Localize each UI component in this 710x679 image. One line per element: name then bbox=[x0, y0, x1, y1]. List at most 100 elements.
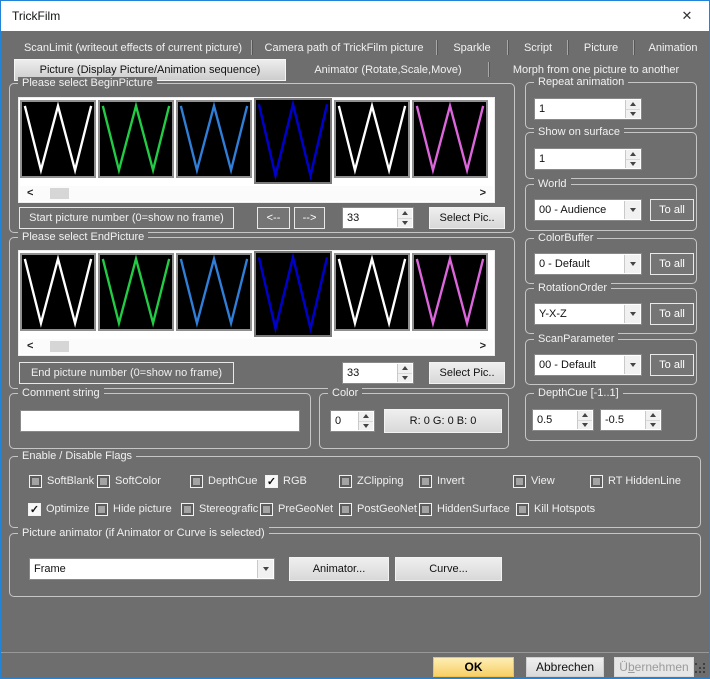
thumbnail-2[interactable] bbox=[98, 100, 174, 178]
thumbnail-2[interactable] bbox=[98, 253, 174, 331]
checkbox-icon[interactable] bbox=[190, 474, 203, 488]
rotationorder-to-all-button[interactable]: To all bbox=[650, 303, 694, 325]
spinner-down-icon[interactable] bbox=[626, 109, 640, 118]
tab-sparkle[interactable]: Sparkle bbox=[443, 39, 501, 57]
ok-button[interactable]: OK bbox=[433, 657, 514, 677]
checkbox-icon[interactable] bbox=[419, 502, 432, 516]
tab-script[interactable]: Script bbox=[513, 39, 563, 57]
tab-animator[interactable]: Animator (Rotate,Scale,Move) bbox=[294, 61, 482, 79]
thumbnail-6[interactable] bbox=[412, 253, 488, 331]
spinner-up-icon[interactable] bbox=[578, 411, 592, 421]
start-picture-number-input[interactable]: 33 bbox=[342, 207, 414, 229]
title-bar[interactable]: TrickFilm ✕ bbox=[1, 1, 709, 31]
scroll-right-icon[interactable]: > bbox=[480, 339, 486, 354]
color-number-input[interactable]: 0 bbox=[330, 410, 375, 432]
world-select[interactable]: 00 - Audience bbox=[534, 199, 642, 221]
dropdown-arrow-icon[interactable] bbox=[624, 255, 640, 273]
checkbox-optimize[interactable]: Optimize bbox=[28, 502, 89, 516]
thumbnail-3[interactable] bbox=[176, 100, 252, 178]
colorbuffer-to-all-button[interactable]: To all bbox=[650, 253, 694, 275]
checkbox-invert[interactable]: Invert bbox=[419, 474, 465, 488]
thumbnail-4[interactable] bbox=[254, 98, 332, 184]
show-on-surface-input[interactable]: 1 bbox=[534, 148, 642, 170]
checkbox-postgeonet[interactable]: PostGeoNet bbox=[339, 502, 417, 516]
prev-picture-button[interactable]: <-- bbox=[257, 207, 290, 229]
close-icon[interactable]: ✕ bbox=[665, 1, 709, 31]
thumbnail-5[interactable] bbox=[334, 253, 410, 331]
checkbox-icon[interactable] bbox=[419, 474, 432, 488]
checkbox-icon[interactable] bbox=[97, 474, 110, 488]
begin-strip-scrollbar[interactable]: < > bbox=[20, 186, 493, 201]
checkbox-hiddensurface[interactable]: HiddenSurface bbox=[419, 502, 510, 516]
select-begin-picture-button[interactable]: Select Pic.. bbox=[429, 207, 505, 229]
checkbox-zclipping[interactable]: ZClipping bbox=[339, 474, 403, 488]
spinner-up-icon[interactable] bbox=[626, 100, 640, 110]
checkbox-pregeonet[interactable]: PreGeoNet bbox=[260, 502, 333, 516]
spinner-down-icon[interactable] bbox=[398, 373, 412, 382]
checkbox-icon[interactable] bbox=[28, 502, 41, 516]
checkbox-icon[interactable] bbox=[513, 474, 526, 488]
spinner-up-icon[interactable] bbox=[646, 411, 660, 421]
picture-animator-select[interactable]: Frame bbox=[29, 558, 275, 580]
dropdown-arrow-icon[interactable] bbox=[624, 201, 640, 219]
checkbox-stereografic[interactable]: Stereografic bbox=[181, 502, 258, 516]
tab-camera-path[interactable]: Camera path of TrickFilm picture bbox=[259, 39, 429, 57]
resize-grip[interactable] bbox=[695, 663, 706, 674]
dropdown-arrow-icon[interactable] bbox=[257, 560, 273, 578]
thumbnail-1[interactable] bbox=[20, 253, 96, 331]
scroll-right-icon[interactable]: > bbox=[480, 186, 486, 201]
apply-button[interactable]: Üb ernehmen bbox=[614, 657, 694, 677]
scanparameter-to-all-button[interactable]: To all bbox=[650, 354, 694, 376]
checkbox-icon[interactable] bbox=[181, 502, 194, 516]
checkbox-view[interactable]: View bbox=[513, 474, 555, 488]
depthcue-input-b[interactable]: -0.5 bbox=[600, 409, 662, 431]
checkbox-icon[interactable] bbox=[516, 502, 529, 516]
end-strip-scrollbar[interactable]: < > bbox=[20, 339, 493, 354]
checkbox-icon[interactable] bbox=[29, 474, 42, 488]
depthcue-input-a[interactable]: 0.5 bbox=[532, 409, 594, 431]
scroll-left-icon[interactable]: < bbox=[27, 339, 33, 354]
next-picture-button[interactable]: --> bbox=[294, 207, 325, 229]
end-picture-number-input[interactable]: 33 bbox=[342, 362, 414, 384]
spinner-down-icon[interactable] bbox=[578, 420, 592, 429]
comment-input[interactable] bbox=[20, 410, 300, 432]
tab-animation[interactable]: Animation bbox=[641, 39, 705, 57]
rotationorder-select[interactable]: Y-X-Z bbox=[534, 303, 642, 325]
checkbox-hide-picture[interactable]: Hide picture bbox=[95, 502, 172, 516]
spinner-buttons[interactable] bbox=[645, 411, 660, 429]
checkbox-softcolor[interactable]: SoftColor bbox=[97, 474, 161, 488]
dropdown-arrow-icon[interactable] bbox=[624, 305, 640, 323]
animator-button[interactable]: Animator... bbox=[289, 557, 389, 581]
checkbox-rgb[interactable]: RGB bbox=[265, 474, 307, 488]
scrollbar-thumb[interactable] bbox=[50, 341, 69, 352]
checkbox-icon[interactable] bbox=[590, 474, 603, 488]
curve-button[interactable]: Curve... bbox=[395, 557, 502, 581]
checkbox-depthcue[interactable]: DepthCue bbox=[190, 474, 258, 488]
world-to-all-button[interactable]: To all bbox=[650, 199, 694, 221]
spinner-buttons[interactable] bbox=[625, 150, 640, 168]
checkbox-icon[interactable] bbox=[339, 474, 352, 488]
cancel-button[interactable]: Abbrechen bbox=[526, 657, 604, 677]
thumbnail-4[interactable] bbox=[254, 251, 332, 337]
scrollbar-thumb[interactable] bbox=[50, 188, 69, 199]
spinner-up-icon[interactable] bbox=[359, 412, 373, 422]
spinner-up-icon[interactable] bbox=[626, 150, 640, 160]
tab-scanlimit[interactable]: ScanLimit (writeout effects of current p… bbox=[19, 39, 247, 57]
spinner-down-icon[interactable] bbox=[646, 420, 660, 429]
select-end-picture-button[interactable]: Select Pic.. bbox=[429, 362, 505, 384]
scanparameter-select[interactable]: 00 - Default bbox=[534, 354, 642, 376]
rgb-color-button[interactable]: R: 0 G: 0 B: 0 bbox=[384, 409, 502, 433]
thumbnail-5[interactable] bbox=[334, 100, 410, 178]
thumbnail-6[interactable] bbox=[412, 100, 488, 178]
thumbnail-3[interactable] bbox=[176, 253, 252, 331]
dropdown-arrow-icon[interactable] bbox=[624, 356, 640, 374]
spinner-down-icon[interactable] bbox=[626, 159, 640, 168]
spinner-buttons[interactable] bbox=[397, 364, 412, 382]
checkbox-icon[interactable] bbox=[265, 474, 278, 488]
spinner-up-icon[interactable] bbox=[398, 364, 412, 374]
checkbox-softblank[interactable]: SoftBlank bbox=[29, 474, 94, 488]
checkbox-kill-hotspots[interactable]: Kill Hotspots bbox=[516, 502, 595, 516]
checkbox-rt-hiddenline[interactable]: RT HiddenLine bbox=[590, 474, 681, 488]
spinner-buttons[interactable] bbox=[397, 209, 412, 227]
scroll-left-icon[interactable]: < bbox=[27, 186, 33, 201]
